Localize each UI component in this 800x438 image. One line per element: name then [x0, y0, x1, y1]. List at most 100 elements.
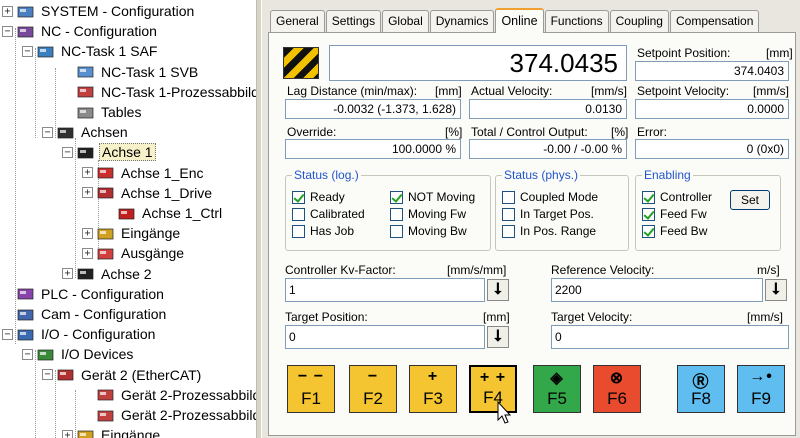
tree-item[interactable]: − NC-Task 1 SAF	[22, 41, 159, 61]
tab-general[interactable]: General	[270, 10, 325, 32]
tree-item[interactable]: + Eingänge	[82, 223, 182, 243]
checkbox-has-job[interactable]: Has Job	[292, 224, 354, 238]
setpoint-position-unit: [mm]	[766, 46, 793, 60]
reference-velocity-apply-button[interactable]: ⭣	[765, 279, 787, 301]
expand-icon[interactable]: +	[82, 227, 93, 239]
status-phys-group: Status (phys.) Coupled Mode In Target Pos…	[495, 168, 629, 251]
collapse-icon[interactable]: −	[22, 348, 33, 360]
tree-item[interactable]: + Achse 1_Enc	[82, 163, 206, 183]
collapse-icon[interactable]: −	[2, 328, 13, 340]
checkbox-unchecked-icon[interactable]	[502, 207, 515, 221]
function-key-f6[interactable]: ⊗ F6	[593, 365, 641, 413]
tree-item[interactable]: + Ausgänge	[82, 243, 186, 263]
tree-item[interactable]: − Gerät 2 (EtherCAT)	[42, 365, 203, 385]
tree-item[interactable]: NC-Task 1-Prozessabbild	[62, 82, 256, 102]
solution-tree[interactable]: + SYSTEM - Configuration − NC - Configurati…	[0, 0, 256, 438]
collapse-icon[interactable]: −	[62, 146, 73, 158]
function-key-f5[interactable]: ◈ F5	[533, 365, 581, 413]
expand-icon[interactable]: +	[62, 429, 73, 438]
checkbox-feed-fw[interactable]: Feed Fw	[642, 207, 707, 221]
tree-item[interactable]: − Achsen	[42, 122, 130, 142]
checkbox-checked-icon[interactable]	[642, 190, 655, 204]
tab-online[interactable]: Online	[495, 8, 544, 33]
tree-item[interactable]: Gerät 2-Prozessabbild	[82, 405, 256, 425]
tree-item[interactable]: + Eingänge	[62, 425, 162, 438]
function-key-f2[interactable]: − F2	[349, 365, 397, 413]
checkbox-calibrated[interactable]: Calibrated	[292, 207, 365, 221]
checkbox-feed-bw[interactable]: Feed Bw	[642, 224, 707, 238]
function-key-f1[interactable]: − − F1	[287, 365, 335, 413]
collapse-icon[interactable]: −	[22, 45, 33, 57]
checkbox-in-target-pos[interactable]: In Target Pos.	[502, 207, 594, 221]
checkbox-coupled-mode[interactable]: Coupled Mode	[502, 190, 598, 204]
checkbox-label: Has Job	[310, 224, 355, 238]
target-velocity-input[interactable]	[551, 325, 789, 349]
expand-icon[interactable]: +	[82, 247, 93, 259]
tab-global[interactable]: Global	[382, 10, 429, 32]
expand-icon[interactable]: +	[62, 268, 73, 280]
tree-item[interactable]: Cam - Configuration	[2, 304, 168, 324]
function-key-f8[interactable]: Ⓡ F8	[677, 365, 725, 413]
checkbox-checked-icon[interactable]	[390, 190, 403, 204]
function-key-f9[interactable]: →• F9	[737, 365, 785, 413]
encoder-icon	[97, 165, 114, 180]
io-config-icon	[17, 327, 34, 342]
target-position-input[interactable]	[285, 325, 485, 349]
tree-item[interactable]: + SYSTEM - Configuration	[2, 1, 196, 21]
setpoint-velocity-field: 0.0000	[635, 99, 789, 119]
checkbox-controller[interactable]: Controller	[642, 190, 712, 204]
checkbox-unchecked-icon[interactable]	[502, 224, 515, 238]
function-key-label: F5	[547, 389, 567, 408]
setpoint-position-label: Setpoint Position:	[637, 46, 731, 60]
checkbox-checked-icon[interactable]	[292, 190, 305, 204]
tab-compensation[interactable]: Compensation	[669, 10, 760, 32]
tree-item[interactable]: PLC - Configuration	[2, 284, 166, 304]
checkbox-unchecked-icon[interactable]	[390, 207, 403, 221]
tree-item[interactable]: NC-Task 1 SVB	[62, 62, 200, 82]
reference-velocity-input[interactable]	[551, 278, 763, 302]
function-key-label: F8	[691, 389, 711, 408]
tree-item[interactable]: − NC - Configuration	[2, 21, 159, 41]
collapse-icon[interactable]: −	[2, 25, 13, 37]
expand-icon[interactable]: +	[2, 5, 13, 17]
expand-icon[interactable]: +	[82, 187, 93, 199]
controller-kv-input[interactable]	[285, 278, 485, 302]
checkbox-checked-icon[interactable]	[642, 224, 655, 238]
checkbox-unchecked-icon[interactable]	[292, 224, 305, 238]
tab-dynamics[interactable]: Dynamics	[429, 10, 495, 32]
tree-item[interactable]: Tables	[62, 102, 143, 122]
function-key-f3[interactable]: + F3	[409, 365, 457, 413]
override-value: 100.0000 %	[391, 142, 456, 156]
total-output-label: Total / Control Output:	[471, 125, 588, 139]
checkbox-unchecked-icon[interactable]	[390, 224, 403, 238]
cam-config-icon	[17, 307, 34, 322]
collapse-icon[interactable]: −	[42, 126, 53, 138]
checkbox-not-moving[interactable]: NOT Moving	[390, 190, 475, 204]
controller-kv-apply-button[interactable]: ⭣	[487, 279, 509, 301]
enabling-set-button[interactable]: Set	[730, 190, 770, 210]
tab-coupling[interactable]: Coupling	[609, 10, 669, 32]
axis-properties-panel: General Settings Global Dynamics Online Funct…	[262, 0, 800, 438]
checkbox-unchecked-icon[interactable]	[502, 190, 515, 204]
tree-item[interactable]: − I/O - Configuration	[2, 324, 157, 344]
tab-settings[interactable]: Settings	[325, 10, 382, 32]
target-position-apply-button[interactable]: ⭣	[487, 326, 509, 348]
checkbox-in-pos-range[interactable]: In Pos. Range	[502, 224, 596, 238]
tree-item[interactable]: − I/O Devices	[22, 344, 135, 364]
tree-item-label: Gerät 2 (EtherCAT)	[81, 366, 202, 383]
expand-icon[interactable]: +	[82, 167, 93, 179]
inputs-icon	[97, 226, 114, 241]
tree-item[interactable]: Gerät 2-Prozessabbild	[82, 385, 256, 405]
checkbox-unchecked-icon[interactable]	[292, 207, 305, 221]
setpoint-velocity-value: 0.0000	[747, 102, 784, 116]
checkbox-ready[interactable]: Ready	[292, 190, 345, 204]
tree-item[interactable]: + Achse 2	[62, 264, 154, 284]
collapse-icon[interactable]: −	[42, 369, 53, 381]
checkbox-moving-bw[interactable]: Moving Bw	[390, 224, 467, 238]
tree-item[interactable]: Achse 1_Ctrl	[103, 203, 224, 223]
tree-item[interactable]: + Achse 1_Drive	[82, 183, 214, 203]
tree-item[interactable]: − Achse 1	[62, 142, 156, 162]
tab-functions[interactable]: Functions	[544, 10, 609, 32]
checkbox-checked-icon[interactable]	[642, 207, 655, 221]
checkbox-moving-fw[interactable]: Moving Fw	[390, 207, 466, 221]
